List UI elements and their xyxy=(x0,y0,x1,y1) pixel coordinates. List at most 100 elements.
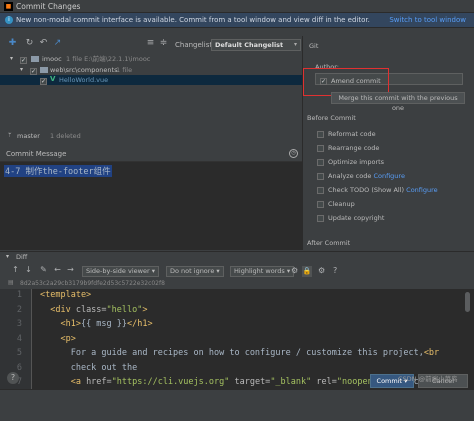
branch-name: master xyxy=(17,132,40,140)
rollback-icon[interactable]: ↶ xyxy=(38,39,49,50)
option-checkbox[interactable] xyxy=(317,172,324,180)
vue-file-icon: V xyxy=(50,75,56,83)
title-bar: ■ Commit Changes xyxy=(0,0,474,13)
switch-to-tool-window-link[interactable]: Switch to tool window xyxy=(389,16,466,24)
previous-file-icon[interactable]: ← xyxy=(52,266,63,277)
option-reformat-code[interactable]: Reformat code xyxy=(317,130,376,139)
folder-checkbox[interactable] xyxy=(30,67,37,77)
edit-source-icon[interactable]: ✎ xyxy=(38,266,49,277)
collapse-all-icon[interactable]: ≑ xyxy=(158,39,169,50)
tree-row-meta: 1 file xyxy=(116,66,133,74)
code-line: check out the xyxy=(40,362,138,373)
configure-link[interactable]: Configure xyxy=(373,172,405,180)
chevron-down-icon[interactable]: ▾ xyxy=(20,67,23,73)
chevron-down-icon: ▾ xyxy=(216,267,220,275)
next-file-icon[interactable]: → xyxy=(65,266,76,277)
chevron-down-icon: ▾ xyxy=(286,267,291,275)
highlight-value: Highlight words xyxy=(234,267,285,275)
code-token: href= xyxy=(86,377,112,387)
help-button[interactable]: ? xyxy=(7,372,19,384)
code-token: check out the xyxy=(40,362,138,373)
arrow-up-icon[interactable]: ↑ xyxy=(10,266,21,277)
line-number: 6 xyxy=(16,362,22,373)
tree-row-file[interactable]: V HelloWorld.vue xyxy=(0,75,302,87)
commit-message-text: 4-7 制作the-footer组件 xyxy=(4,165,112,177)
diff-section-header[interactable]: ▾ Diff xyxy=(0,251,474,262)
option-update-copyright[interactable]: Update copyright xyxy=(317,214,384,223)
arrow-down-icon[interactable]: ↓ xyxy=(23,266,34,277)
window-title: Commit Changes xyxy=(16,2,81,11)
option-label: Check TODO (Show All) xyxy=(328,186,405,194)
history-icon[interactable]: ◷ xyxy=(289,149,298,158)
option-analyze-code[interactable]: Analyze code Configure xyxy=(317,172,405,181)
tree-row-meta: 1 file E:\前端\22.1.1\imooc xyxy=(66,55,151,63)
option-label: Rearrange code xyxy=(328,144,380,152)
ignore-value: Do not ignore xyxy=(170,267,215,275)
option-checkbox[interactable] xyxy=(317,214,324,222)
settings-icon[interactable]: ⚙ xyxy=(291,267,298,275)
line-number: 3 xyxy=(16,319,22,329)
configure-link[interactable]: Configure xyxy=(406,186,438,194)
code-token: <h1> xyxy=(40,319,81,329)
file-checkbox[interactable] xyxy=(40,77,47,87)
info-text: New non-modal commit interface is availa… xyxy=(16,16,370,24)
tree-row-project[interactable]: ▾ imooc 1 file E:\前端\22.1.1\imooc xyxy=(0,54,302,66)
show-diff-icon[interactable]: ↗ xyxy=(52,39,63,50)
lock-icon[interactable]: 🔒 xyxy=(302,266,312,277)
viewer-dropdown[interactable]: Side-by-side viewer ▾ xyxy=(82,266,159,277)
file-icon: ▤ xyxy=(8,279,14,286)
tree-row-name: imooc xyxy=(42,55,62,63)
chevron-down-icon[interactable]: ▾ xyxy=(6,254,9,260)
changelist-value: Default Changelist xyxy=(215,41,284,49)
option-cleanup[interactable]: Cleanup xyxy=(317,200,355,209)
help-icon[interactable]: ? xyxy=(333,267,337,275)
highlight-dropdown[interactable]: Highlight words ▾ xyxy=(230,266,295,277)
line-number: 4 xyxy=(16,333,22,344)
code-token: <a xyxy=(40,377,87,387)
refresh-icon[interactable]: ↻ xyxy=(24,39,35,50)
amend-commit-label: Amend commit xyxy=(331,77,381,85)
pin-icon[interactable]: ✚ xyxy=(7,39,18,50)
amend-commit-option[interactable]: Amend commit xyxy=(320,77,381,86)
chevron-down-icon[interactable]: ▾ xyxy=(10,56,13,62)
diff-label: Diff xyxy=(16,253,28,261)
settings-icon[interactable]: ⚙ xyxy=(318,267,325,275)
code-token: </h1> xyxy=(127,319,153,329)
option-check-todo[interactable]: Check TODO (Show All) Configure xyxy=(317,186,438,195)
code-token: > xyxy=(142,304,148,315)
code-line: <template> xyxy=(40,290,91,300)
code-token: <div xyxy=(40,304,76,315)
option-checkbox[interactable] xyxy=(317,158,324,166)
commit-hash: 8d2a53c2a29cb3179b9fdfe2d53c5722e32c02f8 xyxy=(20,280,165,287)
commit-message-label: Commit Message xyxy=(6,150,67,158)
code-token: class= xyxy=(75,304,107,315)
option-label: Update copyright xyxy=(328,214,385,222)
option-rearrange-code[interactable]: Rearrange code xyxy=(317,144,379,153)
deleted-count: 1 deleted xyxy=(50,132,81,140)
project-checkbox[interactable] xyxy=(20,56,27,66)
option-label: Reformat code xyxy=(328,130,376,138)
code-token: <p> xyxy=(40,333,76,344)
option-checkbox[interactable] xyxy=(317,144,324,152)
option-optimize-imports[interactable]: Optimize imports xyxy=(317,158,384,167)
folder-icon xyxy=(31,56,39,62)
ignore-dropdown[interactable]: Do not ignore ▾ xyxy=(166,266,224,277)
code-token: {{ msg }} xyxy=(80,319,128,329)
option-label: Optimize imports xyxy=(328,158,385,166)
option-checkbox[interactable] xyxy=(317,186,324,194)
amend-commit-checkbox[interactable] xyxy=(320,77,327,86)
changelist-label: Changelist: xyxy=(175,41,215,49)
expand-all-icon[interactable]: ≡ xyxy=(145,39,156,50)
option-checkbox[interactable] xyxy=(317,130,324,138)
code-token: target= xyxy=(229,377,271,387)
code-line: For a guide and recipes on how to config… xyxy=(40,348,439,358)
dialog-footer xyxy=(0,389,474,421)
scrollbar-thumb[interactable] xyxy=(465,292,470,312)
branch-bar: ᛘ master 1 deleted xyxy=(0,131,302,141)
option-checkbox[interactable] xyxy=(317,200,324,208)
code-token: "_blank" xyxy=(270,377,312,387)
tree-row-folder[interactable]: ▾ web\src\components 1 file xyxy=(0,65,302,77)
changelist-dropdown[interactable]: Default Changelist ▾ xyxy=(211,39,301,51)
line-number: 1 xyxy=(16,290,22,300)
commit-message-input[interactable]: 4-7 制作the-footer组件 xyxy=(0,161,302,250)
